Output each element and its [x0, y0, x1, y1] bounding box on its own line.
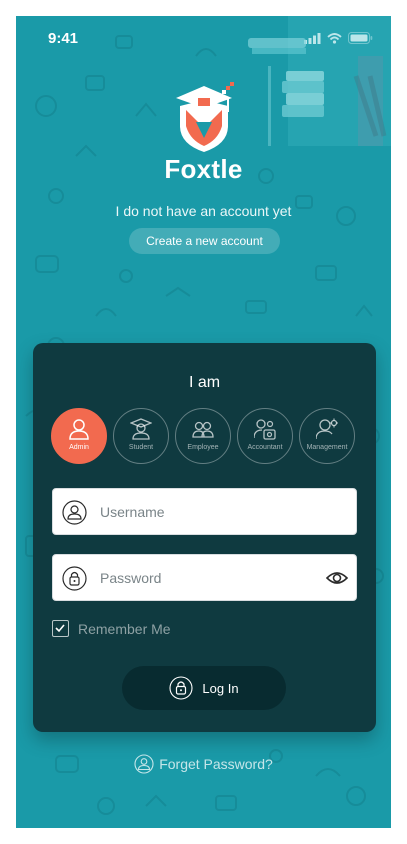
login-label: Log In — [202, 680, 239, 696]
lock-icon — [169, 676, 193, 700]
role-employee[interactable]: Employee — [175, 408, 231, 464]
brand-name: Foxtle — [164, 154, 243, 184]
role-label: Management — [306, 444, 348, 451]
management-icon — [316, 418, 338, 440]
remember-label: Remember Me — [78, 620, 171, 637]
role-label: Admin — [69, 444, 89, 451]
user-icon — [134, 754, 154, 774]
user-icon — [62, 500, 87, 525]
desk-illustration — [248, 16, 391, 146]
role-student[interactable]: Student — [113, 408, 169, 464]
create-account-button[interactable]: Create a new account — [129, 228, 280, 254]
accountant-icon — [254, 419, 276, 440]
remember-checkbox[interactable] — [52, 620, 69, 637]
role-label: Student — [128, 444, 154, 451]
role-management[interactable]: Management — [299, 408, 355, 464]
password-field — [52, 554, 357, 601]
role-label: Employee — [187, 444, 219, 451]
remember-me[interactable]: Remember Me — [52, 620, 171, 637]
student-icon — [130, 418, 152, 440]
role-admin[interactable]: Admin — [51, 408, 107, 464]
admin-icon — [69, 419, 89, 440]
phone-screen: 9:41 Foxtle I do not have an account yet… — [16, 16, 391, 828]
username-field — [52, 488, 357, 535]
role-accountant[interactable]: Accountant — [237, 408, 293, 464]
login-card: I am Admin Student Employee Accountant M… — [33, 343, 376, 732]
lock-icon — [62, 566, 87, 591]
card-title: I am — [188, 374, 221, 391]
eye-icon[interactable] — [326, 568, 348, 588]
employee-icon — [192, 421, 214, 438]
role-selector: Admin Student Employee Accountant Manage… — [51, 408, 361, 466]
no-account-text: I do not have an account yet — [115, 203, 292, 219]
forgot-password-link[interactable]: Forget Password? — [16, 754, 391, 774]
forgot-password-label: Forget Password? — [159, 756, 273, 772]
check-icon — [55, 624, 65, 633]
username-input[interactable] — [100, 489, 320, 534]
login-button[interactable]: Log In — [122, 666, 286, 710]
role-label: Accountant — [247, 444, 283, 451]
password-input[interactable] — [100, 555, 320, 600]
status-time: 9:41 — [48, 30, 79, 47]
foxtle-logo — [176, 82, 234, 152]
